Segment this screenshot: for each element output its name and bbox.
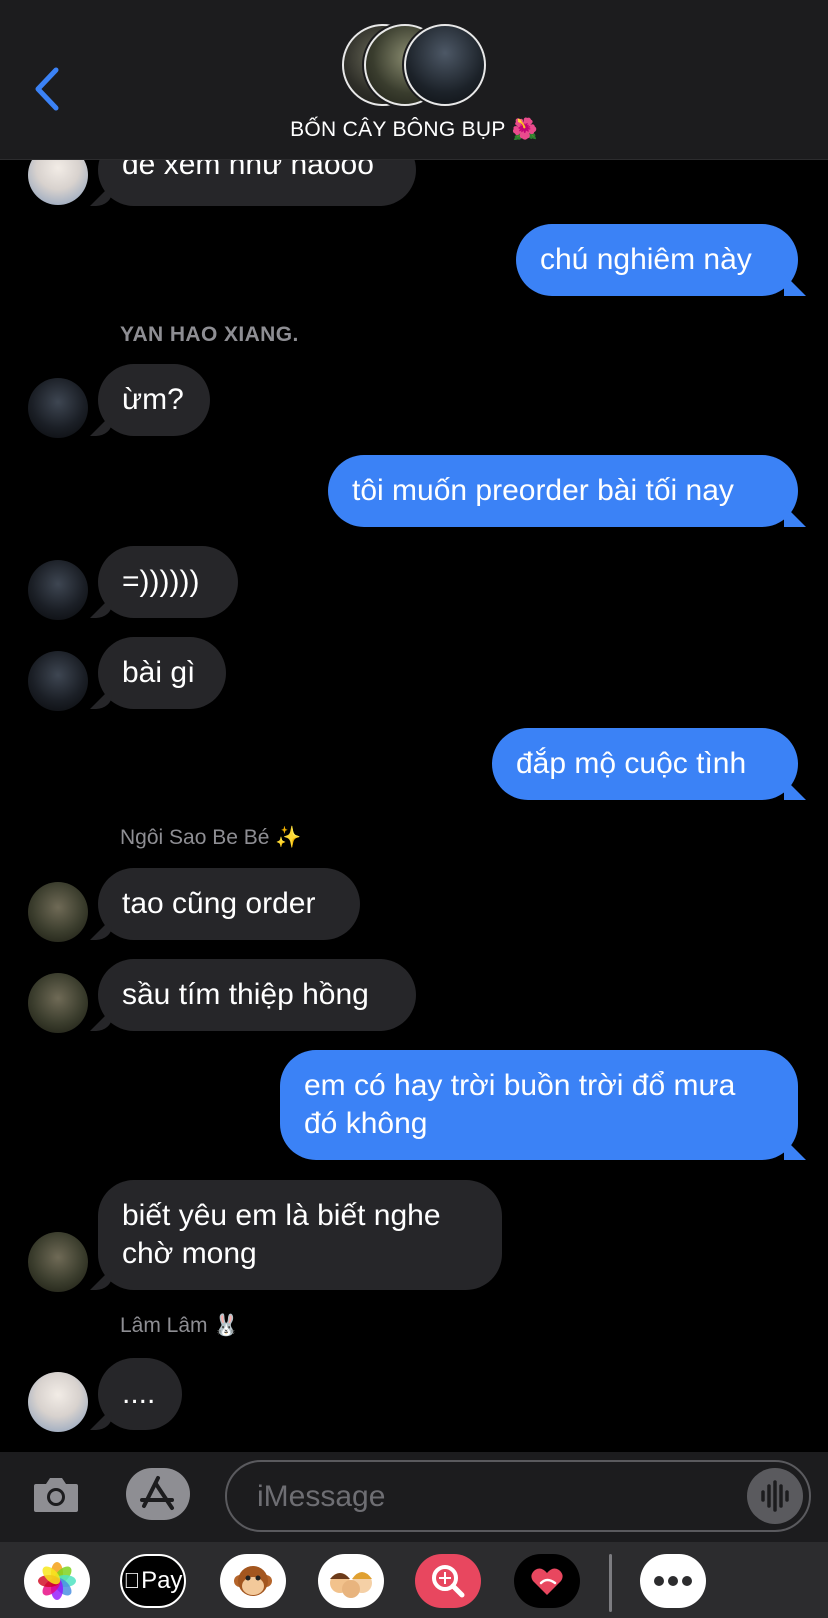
message-bubble-incoming[interactable]: biết yêu em là biết nghe chờ mong — [98, 1180, 502, 1290]
message-bubble-outgoing[interactable]: đắp mộ cuộc tình — [492, 728, 798, 800]
sender-name: YAN HAO XIANG. — [120, 323, 299, 346]
monkey-animoji-icon[interactable] — [220, 1554, 286, 1608]
message-bubble-incoming[interactable]: =)))))) — [98, 546, 238, 618]
avatar[interactable] — [28, 560, 88, 620]
more-icon[interactable] — [640, 1554, 706, 1608]
avatar[interactable] — [28, 973, 88, 1033]
message-bubble-incoming[interactable]: .... — [98, 1358, 182, 1430]
camera-icon[interactable] — [32, 1474, 80, 1514]
message-bubble-incoming[interactable]: tao cũng order — [98, 868, 360, 940]
message-bubble-incoming[interactable]: bài gì — [98, 637, 226, 709]
sender-name: Ngôi Sao Be Bé ✨ — [120, 826, 302, 849]
memoji-icon[interactable] — [318, 1554, 384, 1608]
avatar[interactable] — [28, 651, 88, 711]
message-input[interactable]: iMessage — [225, 1460, 811, 1532]
conversation-header: BỐN CÂY BÔNG BỤP 🌺 — [0, 0, 828, 160]
message-input-placeholder: iMessage — [257, 1480, 386, 1513]
message-bubble-incoming[interactable]: sầu tím thiệp hồng — [98, 959, 416, 1031]
apple-pay-label: Pay — [132, 1567, 182, 1594]
avatar[interactable] — [28, 1232, 88, 1292]
avatar[interactable] — [28, 378, 88, 438]
avatar[interactable] — [28, 882, 88, 942]
avatar[interactable] — [28, 1372, 88, 1432]
message-bubble-outgoing[interactable]: tôi muốn preorder bài tối nay — [328, 455, 798, 527]
compose-bar: iMessage — [0, 1452, 828, 1542]
divider — [609, 1554, 612, 1612]
member-avatar — [402, 22, 488, 108]
sender-name: Lâm Lâm 🐰 — [120, 1314, 240, 1337]
digital-touch-icon[interactable] — [514, 1554, 580, 1608]
apple-pay-icon[interactable]: Pay — [120, 1554, 186, 1608]
group-name[interactable]: BỐN CÂY BÔNG BỤP 🌺 — [0, 118, 828, 142]
message-thread[interactable]: để xem như naooo chú nghiêm này YAN HAO … — [0, 0, 828, 1452]
group-avatar-stack[interactable] — [340, 22, 490, 110]
message-bubble-outgoing[interactable]: em có hay trời buồn trời đổ mưa đó không — [280, 1050, 798, 1160]
chevron-left-icon[interactable] — [30, 64, 70, 114]
image-search-icon[interactable] — [415, 1554, 481, 1608]
message-bubble-outgoing[interactable]: chú nghiêm này — [516, 224, 798, 296]
message-bubble-incoming[interactable]: ừm? — [98, 364, 210, 436]
photos-icon[interactable] — [24, 1554, 90, 1608]
app-store-icon[interactable] — [126, 1468, 190, 1520]
waveform-icon[interactable] — [747, 1468, 803, 1524]
imessage-app-drawer: Pay — [0, 1542, 828, 1618]
